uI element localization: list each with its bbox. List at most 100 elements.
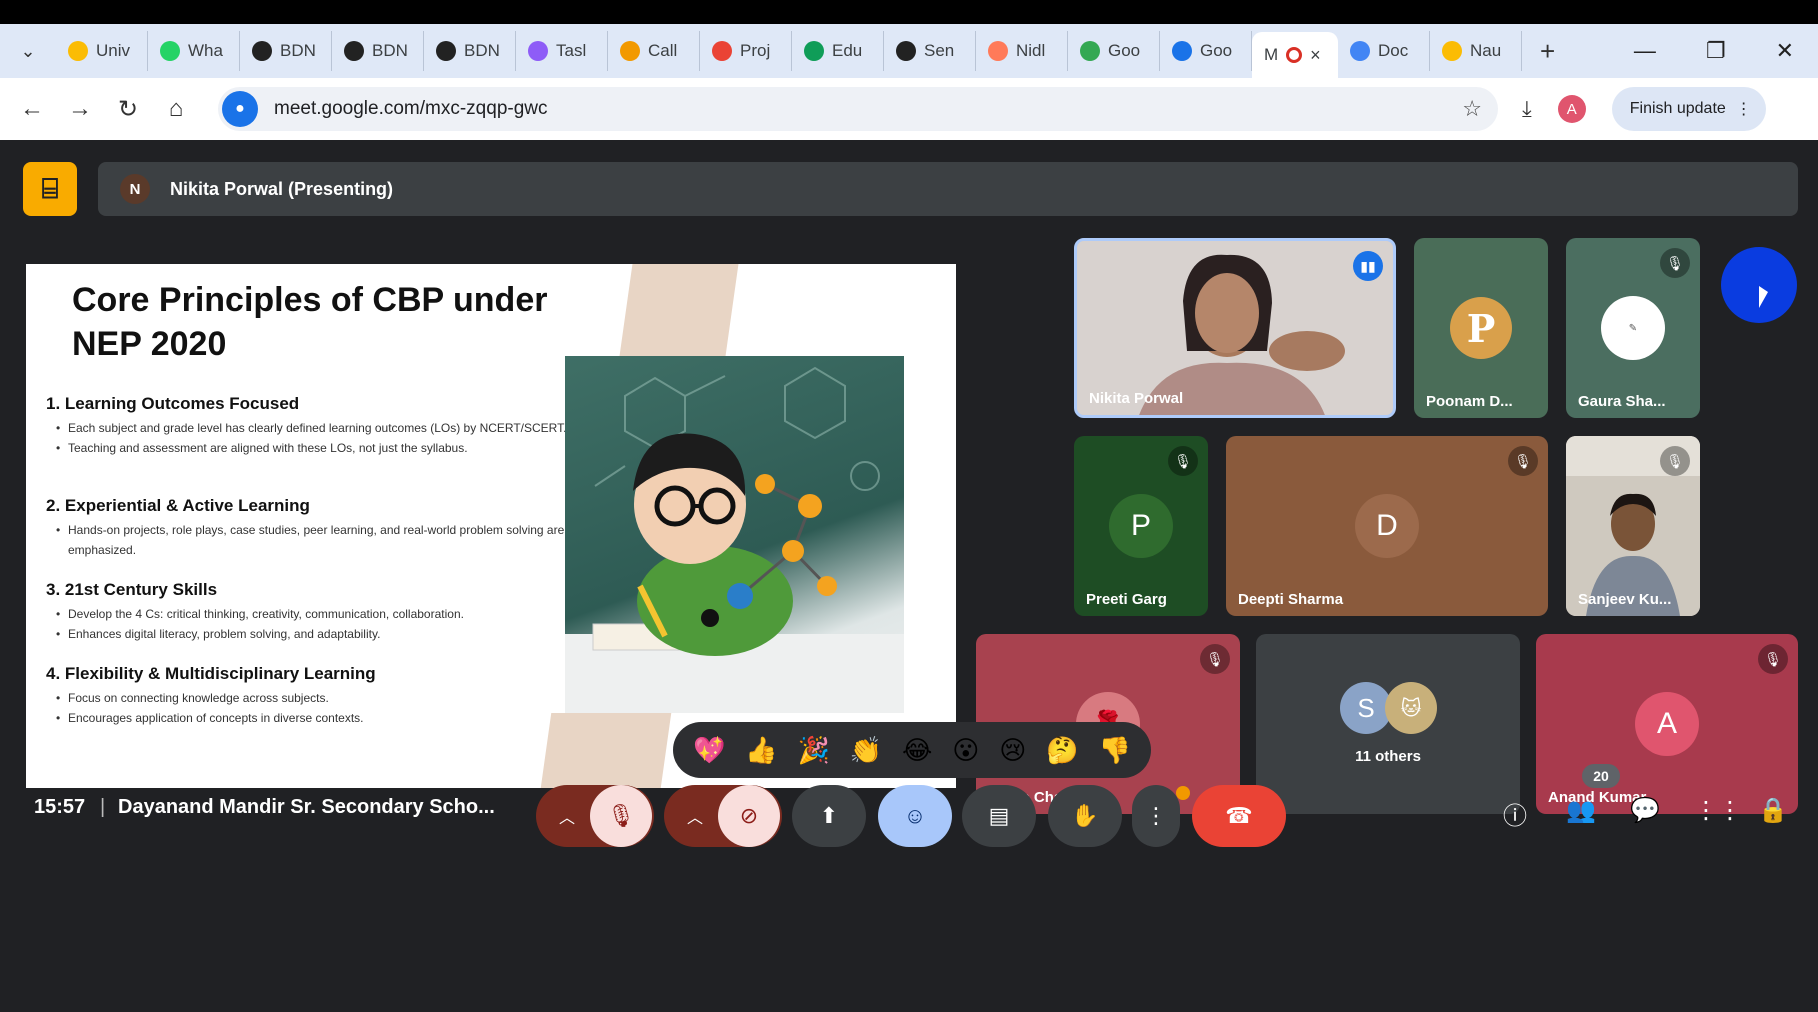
meet-stage: ⌸ N Nikita Porwal (Presenting) Core Prin…	[0, 140, 1818, 1012]
audio-options-chevron-icon[interactable]: ︿	[542, 785, 592, 847]
pointer-highlight	[1721, 247, 1797, 323]
tab-label: Tasl	[556, 41, 587, 60]
download-icon[interactable]: ⤓	[1522, 96, 1532, 122]
browser-tab[interactable]: Doc	[1338, 31, 1430, 71]
mic-off-icon: 🎙	[1200, 644, 1230, 674]
mic-off-button[interactable]: 🎙	[590, 785, 652, 847]
participant-tile-sanjeev[interactable]: 🎙 Sanjeev Ku...	[1566, 436, 1700, 616]
raise-hand-button[interactable]: ✋	[1048, 785, 1122, 847]
tab-search-icon[interactable]: ⌄	[0, 24, 56, 78]
slide-decor-band	[619, 264, 739, 356]
browser-tab[interactable]: Goo	[1160, 31, 1252, 71]
reload-icon[interactable]: ↻	[104, 85, 152, 133]
section-bullet: Focus on connecting knowledge across sub…	[46, 688, 586, 708]
reaction-emoji[interactable]: 💖	[693, 735, 725, 766]
breakout-room-icon[interactable]: ⌸	[23, 162, 77, 216]
activities-icon[interactable]: ⋮⋮	[1694, 796, 1742, 825]
browser-tab[interactable]: Sen	[884, 31, 976, 71]
browser-tab[interactable]: Goo	[1068, 31, 1160, 71]
browser-tab[interactable]: BDN	[424, 31, 516, 71]
finish-update-button[interactable]: Finish update ⋮	[1611, 87, 1766, 131]
chat-icon[interactable]: 💬	[1630, 796, 1660, 825]
tab-label: Nau	[1470, 41, 1502, 60]
host-controls-icon[interactable]: 🔒	[1758, 796, 1788, 825]
participant-tile-anand[interactable]: 🎙 A Anand Kumar	[1536, 634, 1798, 814]
slide-section-1: 1. Learning Outcomes Focused Each subjec…	[46, 394, 586, 458]
reaction-emoji[interactable]: 😢	[999, 735, 1026, 766]
reaction-emoji[interactable]: 👍	[745, 735, 777, 766]
microphone-icon[interactable]: ●	[222, 91, 258, 127]
browser-tab[interactable]: Nidl	[976, 31, 1068, 71]
browser-tab[interactable]: Wha	[148, 31, 240, 71]
browser-tab[interactable]: Call	[608, 31, 700, 71]
browser-tab[interactable]: Univ	[56, 31, 148, 71]
participant-tile-preeti[interactable]: 🎙 P Preeti Garg	[1074, 436, 1208, 616]
browser-tab[interactable]: Proj	[700, 31, 792, 71]
home-icon[interactable]: ⌂	[152, 85, 200, 133]
section-bullet: Encourages application of concepts in di…	[46, 708, 586, 728]
more-vert-icon: ⋮	[1735, 101, 1752, 118]
back-icon[interactable]: ←	[8, 85, 56, 133]
participant-tile-others[interactable]: S 🐱 11 others	[1256, 634, 1520, 814]
section-heading: 1. Learning Outcomes Focused	[46, 394, 300, 413]
participant-tile-nikita[interactable]: ▮▮ Nikita Porwal	[1074, 238, 1396, 418]
browser-tab[interactable]: BDN	[240, 31, 332, 71]
reaction-emoji[interactable]: 👏	[850, 735, 882, 766]
tab-label: Goo	[1108, 41, 1141, 60]
docs-icon	[1350, 41, 1370, 61]
browser-tab[interactable]: Edu	[792, 31, 884, 71]
tab-meet-active[interactable]: M ×	[1252, 32, 1338, 78]
url-text[interactable]: meet.google.com/mxc-zqqp-gwc	[274, 98, 548, 120]
participant-name: Preeti Garg	[1086, 591, 1167, 608]
sheets-icon	[804, 41, 824, 61]
presentation-slide: Core Principles of CBP under NEP 2020 1.…	[26, 264, 956, 788]
section-bullet: Enhances digital literacy, problem solvi…	[46, 624, 586, 644]
reaction-emoji[interactable]: 🤔	[1046, 735, 1078, 766]
tab-label: Proj	[740, 41, 771, 60]
tabs-group-after: Doc Nau	[1338, 31, 1522, 71]
minimize-button[interactable]: —	[1634, 38, 1656, 64]
more-options-button[interactable]: ⋮	[1132, 785, 1180, 847]
reaction-emoji[interactable]: 😂	[902, 735, 932, 766]
leave-call-button[interactable]: ☎	[1192, 785, 1286, 847]
restore-button[interactable]: ❐	[1706, 38, 1726, 64]
participant-avatar-image: ✎	[1601, 296, 1665, 360]
close-window-button[interactable]: ✕	[1776, 38, 1794, 64]
people-icon[interactable]: 👥	[1566, 796, 1596, 825]
hubspot-icon	[988, 41, 1008, 61]
tab-label: BDN	[464, 41, 500, 60]
tab-label: BDN	[280, 41, 316, 60]
forward-icon[interactable]: →	[56, 85, 104, 133]
send-reaction-button[interactable]: ☺	[878, 785, 952, 847]
tabs-group: Univ Wha BDN BDN BDN Tasl Call Proj Edu Sen Nidl Go…	[56, 31, 1252, 71]
meeting-clock: 15:57	[34, 796, 86, 818]
drive-icon	[1442, 41, 1462, 61]
participant-tile-poonam[interactable]: P Poonam D...	[1414, 238, 1548, 418]
new-tab-button[interactable]: +	[1522, 36, 1573, 67]
participant-name: Deepti Sharma	[1238, 591, 1344, 608]
omnibox[interactable]: ● meet.google.com/mxc-zqqp-gwc ☆	[218, 87, 1498, 131]
participant-tile-gaura[interactable]: 🎙 ✎ Gaura Sha...	[1566, 238, 1700, 418]
close-icon[interactable]: ×	[1310, 45, 1321, 66]
slide-title: Core Principles of CBP under NEP 2020	[72, 281, 548, 363]
browser-tab[interactable]: Tasl	[516, 31, 608, 71]
tab-label: Goo	[1200, 41, 1233, 60]
participant-tile-deepti[interactable]: 🎙 D Deepti Sharma	[1226, 436, 1548, 616]
captions-button[interactable]: ▤	[962, 785, 1036, 847]
meeting-title: Dayanand Mandir Sr. Secondary Scho...	[118, 796, 495, 818]
profile-avatar[interactable]: A	[1557, 95, 1586, 123]
reaction-emoji[interactable]: 😮	[952, 735, 979, 766]
reaction-emoji[interactable]: 👎	[1099, 735, 1131, 766]
notification-dot	[1176, 786, 1190, 800]
globe-icon	[436, 41, 456, 61]
meeting-info-icon[interactable]: ⓘ	[1503, 796, 1527, 831]
camera-off-button[interactable]: ⊘	[718, 785, 780, 847]
reaction-emoji[interactable]: 🎉	[797, 735, 829, 766]
browser-tab[interactable]: Nau	[1430, 31, 1522, 71]
video-options-chevron-icon[interactable]: ︿	[670, 785, 720, 847]
mic-off-icon: 🎙	[1168, 446, 1198, 476]
speaking-indicator-icon: ▮▮	[1353, 251, 1383, 281]
browser-tab[interactable]: BDN	[332, 31, 424, 71]
bookmark-star-icon[interactable]: ☆	[1462, 96, 1482, 122]
present-screen-button[interactable]: ⬆	[792, 785, 866, 847]
